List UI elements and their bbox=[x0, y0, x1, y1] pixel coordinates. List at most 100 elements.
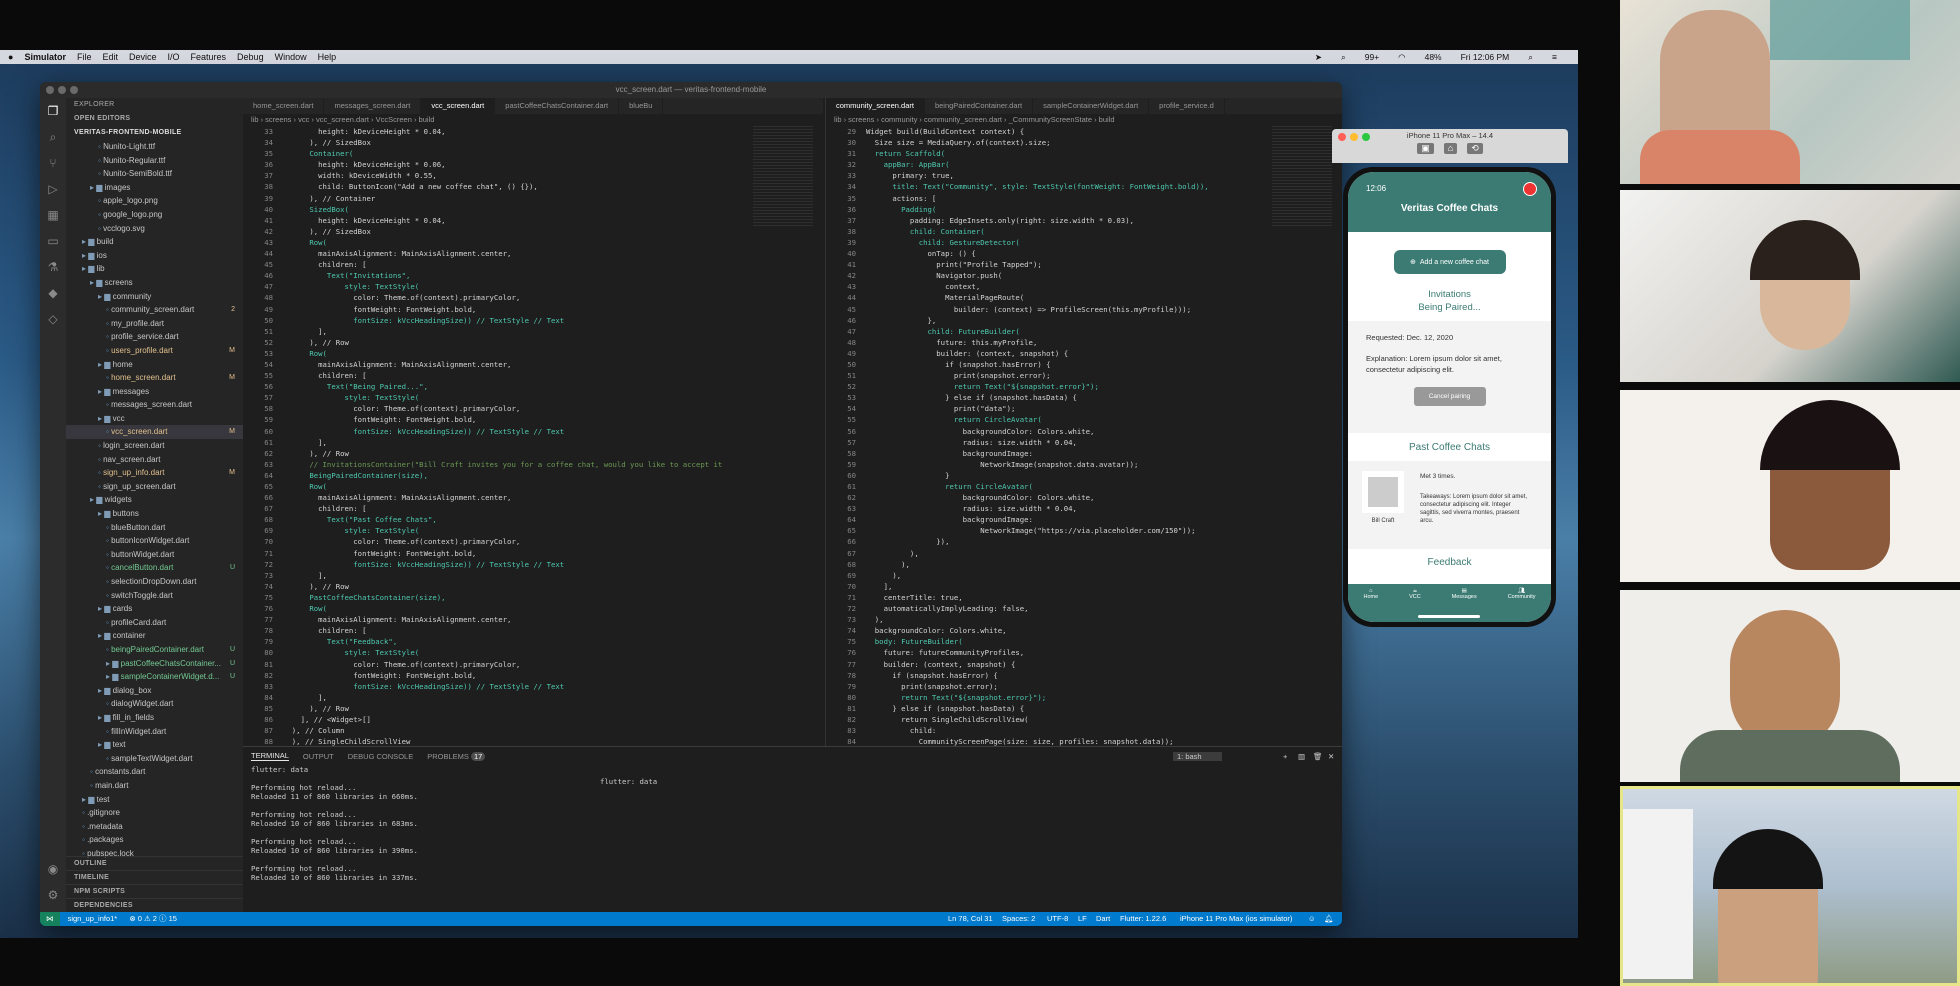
sim-close-button[interactable] bbox=[1338, 133, 1346, 141]
docker-icon[interactable]: ◆ bbox=[40, 280, 66, 306]
extensions-icon[interactable]: ▦ bbox=[40, 202, 66, 228]
apple-icon[interactable]: ● bbox=[8, 52, 13, 62]
testing-icon[interactable]: ⚗ bbox=[40, 254, 66, 280]
file-tree-item[interactable]: ▸ ▆ images bbox=[66, 181, 243, 195]
file-tree-item[interactable]: ◦ fillInWidget.dart bbox=[66, 725, 243, 739]
split-terminal-icon[interactable]: ▥ bbox=[1298, 752, 1305, 761]
cursor-position[interactable]: Ln 78, Col 31 bbox=[948, 912, 993, 926]
participant-video-3[interactable] bbox=[1620, 390, 1960, 582]
control-center-icon[interactable]: ≡ bbox=[1552, 52, 1557, 63]
file-tree-item[interactable]: ▸ ▆ cards bbox=[66, 602, 243, 616]
zoom-window-button[interactable] bbox=[70, 86, 78, 94]
file-tree-item[interactable]: ◦ dialogWidget.dart bbox=[66, 697, 243, 711]
cancel-pairing-button[interactable]: Cancel pairing bbox=[1413, 387, 1486, 406]
profile-avatar[interactable] bbox=[1523, 182, 1537, 196]
file-tree-item[interactable]: ◦ sampleTextWidget.dart bbox=[66, 752, 243, 766]
file-tree-item[interactable]: ◦ profileCard.dart bbox=[66, 616, 243, 630]
file-tree-item[interactable]: ◦ buttonWidget.dart bbox=[66, 548, 243, 562]
file-tree-item[interactable]: ▸ ▆ widgets bbox=[66, 493, 243, 507]
add-terminal-icon[interactable]: + bbox=[1283, 752, 1287, 761]
tab-being-paired-container[interactable]: beingPairedContainer.dart bbox=[925, 98, 1034, 114]
file-tree-item[interactable]: ◦ Nunito-Light.ttf bbox=[66, 140, 243, 154]
eol[interactable]: LF bbox=[1078, 912, 1087, 926]
tab-problems[interactable]: PROBLEMS 17 bbox=[427, 751, 486, 761]
feedback-icon[interactable]: ☺ bbox=[1308, 912, 1316, 926]
open-editors-section[interactable]: OPEN EDITORS bbox=[66, 112, 243, 126]
sim-zoom-button[interactable] bbox=[1362, 133, 1370, 141]
menu-features[interactable]: Features bbox=[191, 52, 227, 62]
file-tree-item[interactable]: ▸ ▆ container bbox=[66, 629, 243, 643]
problems-status[interactable]: ⊗ 0 ⚠ 2 ⓘ 15 bbox=[129, 914, 177, 923]
file-tree-item[interactable]: ◦ cancelButton.dart U bbox=[66, 561, 243, 575]
device-select[interactable]: iPhone 11 Pro Max (ios simulator) bbox=[1180, 912, 1292, 926]
outline-section[interactable]: OUTLINE bbox=[66, 856, 243, 870]
file-tree-item[interactable]: ◦ .metadata bbox=[66, 820, 243, 834]
home-icon[interactable]: ⌂ bbox=[1443, 143, 1458, 154]
file-tree-item[interactable]: ◦ .gitignore bbox=[66, 806, 243, 820]
file-tree-item[interactable]: ◦ profile_service.dart bbox=[66, 330, 243, 344]
indentation[interactable]: Spaces: 2 bbox=[1002, 912, 1035, 926]
tab-community-screen[interactable]: community_screen.dart bbox=[826, 98, 925, 114]
file-tree-item[interactable]: ◦ my_profile.dart bbox=[66, 317, 243, 331]
file-tree-item[interactable]: ◦ main.dart bbox=[66, 779, 243, 793]
participant-video-2[interactable] bbox=[1620, 190, 1960, 382]
file-tree-item[interactable]: ▸ ▆ ios bbox=[66, 249, 243, 263]
minimap[interactable] bbox=[753, 126, 813, 226]
nav-home[interactable]: ⌂ Home bbox=[1363, 588, 1378, 622]
tab-home-screen[interactable]: home_screen.dart bbox=[243, 98, 325, 114]
tab-profile-service[interactable]: profile_service.d bbox=[1149, 98, 1225, 114]
menu-help[interactable]: Help bbox=[318, 52, 337, 62]
file-tree-item[interactable]: ▸ ▆ screens bbox=[66, 276, 243, 290]
menu-io[interactable]: I/O bbox=[168, 52, 180, 62]
file-tree-item[interactable]: ◦ community_screen.dart 2 bbox=[66, 303, 243, 317]
menu-window[interactable]: Window bbox=[275, 52, 307, 62]
breadcrumb[interactable]: lib › screens › community › community_sc… bbox=[826, 114, 1342, 126]
clock[interactable]: Fri 12:06 PM bbox=[1461, 52, 1510, 63]
file-tree-item[interactable]: ▸ ▆ buttons bbox=[66, 507, 243, 521]
trash-icon[interactable]: 🗑 bbox=[1313, 752, 1323, 761]
file-tree-item[interactable]: ▸ ▆ pastCoffeeChatsContainer... U bbox=[66, 657, 243, 671]
location-icon[interactable]: ➤ bbox=[1315, 52, 1322, 63]
file-tree-item[interactable]: ◦ buttonIconWidget.dart bbox=[66, 534, 243, 548]
source-control-icon[interactable]: ⑂ bbox=[40, 150, 66, 176]
file-tree-item[interactable]: ▸ ▆ build bbox=[66, 235, 243, 249]
wifi-icon[interactable]: ◠ bbox=[1398, 52, 1405, 63]
file-tree-item[interactable]: ◦ apple_logo.png bbox=[66, 194, 243, 208]
menu-app-name[interactable]: Simulator bbox=[24, 52, 66, 62]
add-coffee-chat-button[interactable]: ⊕ Add a new coffee chat bbox=[1393, 250, 1506, 274]
gitlens-icon[interactable]: ◇ bbox=[40, 306, 66, 332]
file-tree-item[interactable]: ◦ messages_screen.dart bbox=[66, 398, 243, 412]
tab-debug-console[interactable]: DEBUG CONSOLE bbox=[348, 752, 413, 761]
file-tree-item[interactable]: ▸ ▆ fill_in_fields bbox=[66, 711, 243, 725]
file-tree-item[interactable]: ◦ sign_up_screen.dart bbox=[66, 480, 243, 494]
nav-community[interactable]: 👥︎ Community bbox=[1508, 588, 1536, 622]
file-tree-item[interactable]: ◦ login_screen.dart bbox=[66, 439, 243, 453]
search-icon[interactable]: ⌕ bbox=[1341, 52, 1346, 63]
menu-edit[interactable]: Edit bbox=[102, 52, 118, 62]
language-mode[interactable]: Dart bbox=[1096, 912, 1110, 926]
notification-count[interactable]: 99+ bbox=[1365, 52, 1379, 63]
file-tree-item[interactable]: ◦ constants.dart bbox=[66, 765, 243, 779]
file-tree-item[interactable]: ▸ ▆ sampleContainerWidget.d... U bbox=[66, 670, 243, 684]
timeline-section[interactable]: TIMELINE bbox=[66, 870, 243, 884]
participant-video-4[interactable] bbox=[1620, 590, 1960, 782]
file-tree-item[interactable]: ▸ ▆ text bbox=[66, 738, 243, 752]
git-branch[interactable]: sign_up_info1* bbox=[68, 914, 118, 923]
file-tree-item[interactable]: ◦ home_screen.dart M bbox=[66, 371, 243, 385]
explorer-icon[interactable]: ❐ bbox=[40, 98, 66, 124]
remote-icon[interactable]: ⋈ bbox=[40, 912, 60, 926]
close-panel-icon[interactable]: ✕ bbox=[1328, 752, 1334, 761]
tab-vcc-screen[interactable]: vcc_screen.dart bbox=[421, 98, 496, 114]
tab-messages-screen[interactable]: messages_screen.dart bbox=[324, 98, 422, 114]
file-tree-item[interactable]: ◦ nav_screen.dart bbox=[66, 453, 243, 467]
rotate-icon[interactable]: ⟲ bbox=[1467, 143, 1483, 154]
past-chat-card[interactable]: Bill Craft Met 3 times. Takeaways: Lorem… bbox=[1348, 461, 1551, 549]
menu-device[interactable]: Device bbox=[129, 52, 157, 62]
screenshot-icon[interactable]: ▣ bbox=[1417, 143, 1434, 154]
bell-icon[interactable]: 🔔︎ bbox=[1324, 912, 1334, 926]
spotlight-icon[interactable]: ⌕ bbox=[1528, 52, 1533, 63]
dependencies-section[interactable]: DEPENDENCIES bbox=[66, 898, 243, 912]
tab-output[interactable]: OUTPUT bbox=[303, 752, 334, 761]
file-tree-item[interactable]: ▸ ▆ dialog_box bbox=[66, 684, 243, 698]
file-tree-item[interactable]: ◦ beingPairedContainer.dart U bbox=[66, 643, 243, 657]
